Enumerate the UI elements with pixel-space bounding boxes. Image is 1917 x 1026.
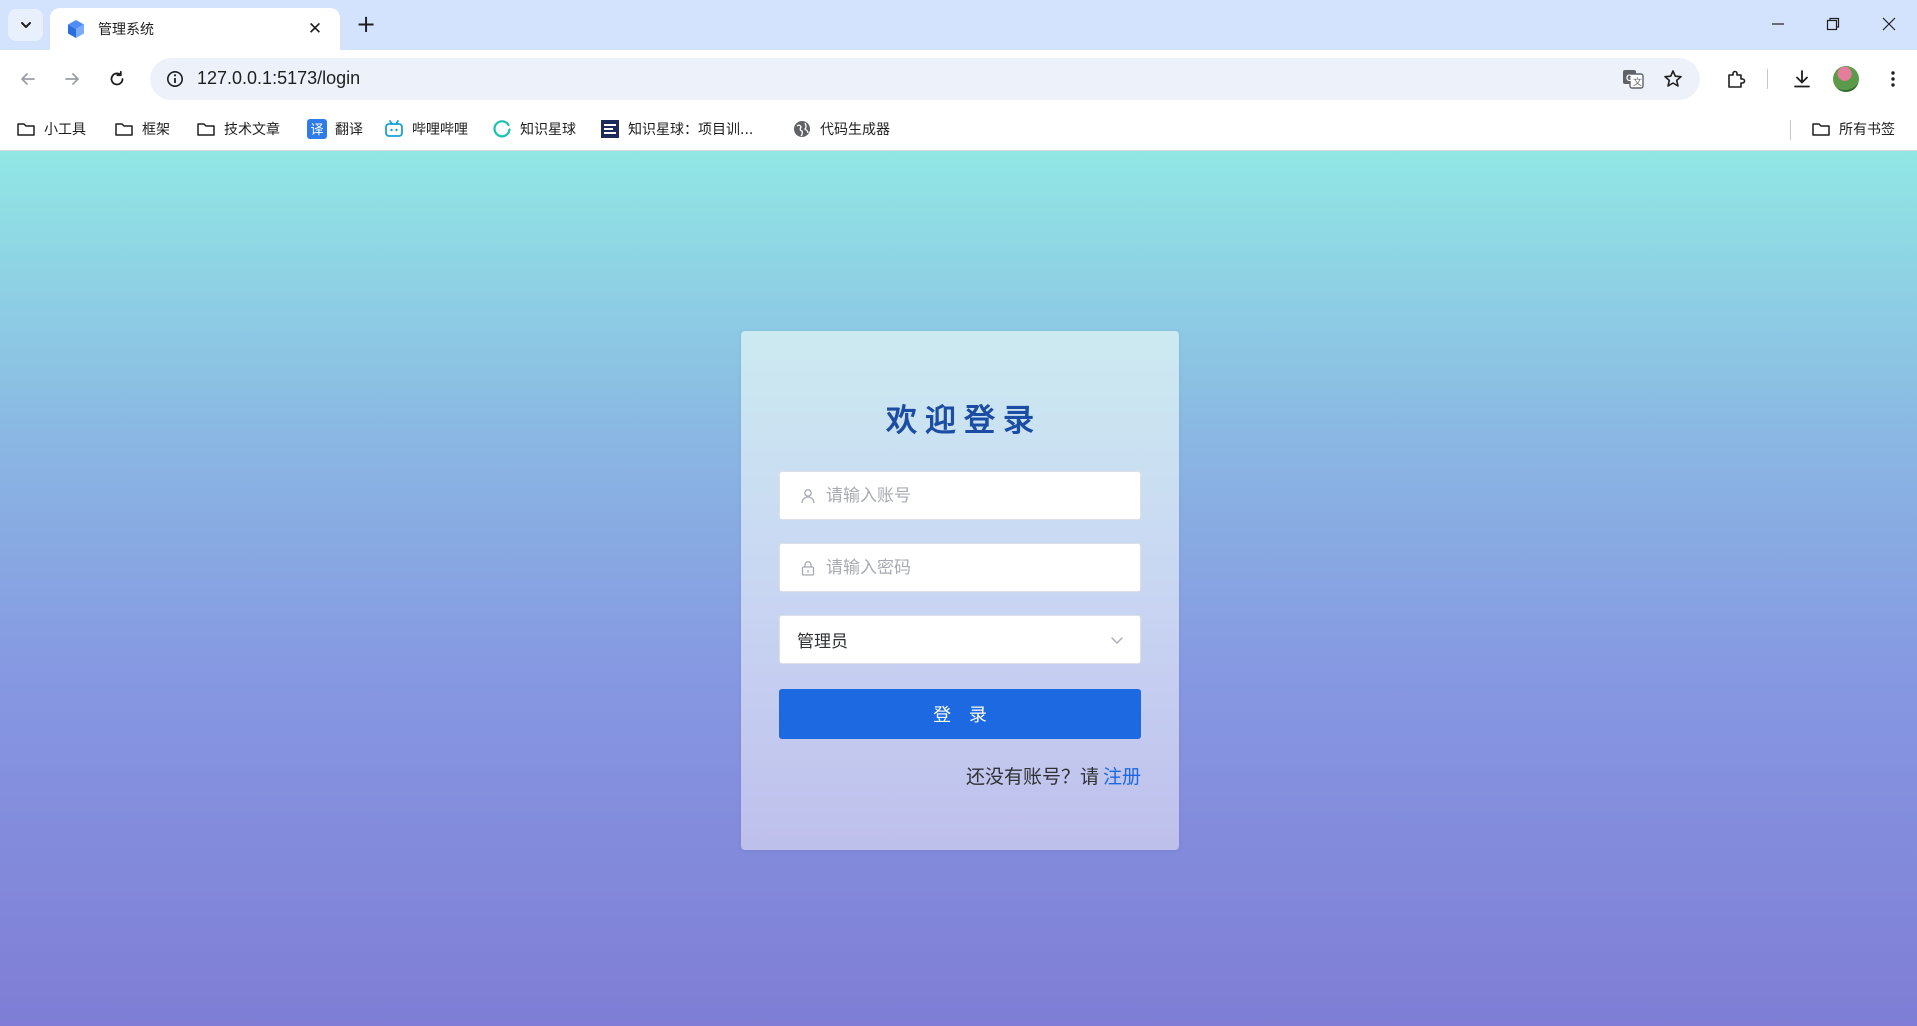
role-selected-value: 管理员: [797, 632, 848, 652]
all-bookmarks-folder[interactable]: 所有书签: [1811, 116, 1895, 142]
chevron-down-icon: [1106, 629, 1128, 651]
login-page: 欢迎登录 管理员 登 录 还没有账号？请注册: [0, 151, 1917, 1026]
svg-text:文: 文: [1633, 76, 1642, 88]
bookmark-label: 知识星球：项目训...: [628, 122, 754, 138]
reload-button[interactable]: [101, 63, 133, 95]
more-vertical-icon: [1891, 71, 1895, 87]
translate-icon: 译: [307, 119, 327, 139]
extensions-button[interactable]: [1720, 63, 1752, 95]
login-card: 欢迎登录 管理员 登 录 还没有账号？请注册: [741, 331, 1179, 850]
register-link[interactable]: 注册: [1103, 766, 1141, 788]
bilibili-icon: [384, 119, 404, 139]
password-input[interactable]: [826, 544, 1140, 591]
google-translate-icon: G文: [1623, 70, 1644, 89]
download-icon: [1794, 70, 1810, 88]
folder-icon: [114, 119, 134, 139]
register-row: 还没有账号？请 注册: [966, 762, 1141, 789]
bookmark-bilibili[interactable]: 哔哩哔哩: [384, 116, 468, 142]
username-field[interactable]: [779, 471, 1141, 520]
svg-text:G: G: [1626, 73, 1633, 83]
bookmark-code-generator[interactable]: 代码生成器: [792, 116, 890, 142]
browser-tab[interactable]: 管理系统 ✕: [50, 8, 340, 50]
bookmark-folder-frameworks[interactable]: 框架: [114, 116, 170, 142]
bookmark-translate[interactable]: 译 翻译: [307, 116, 363, 142]
folder-icon: [196, 119, 216, 139]
user-icon: [798, 486, 818, 506]
tab-strip: 管理系统 ✕ +: [0, 0, 1917, 50]
zsxq-icon: [492, 119, 512, 139]
bookmark-label: 所有书签: [1839, 122, 1895, 138]
bookmarks-bar: 小工具 框架 技术文章 译 翻译 哔哩哔哩 知识星球 知识星球：项目训... 代…: [0, 108, 1917, 151]
register-prompt: 还没有账号？请: [965, 766, 1099, 788]
folder-icon: [1811, 119, 1831, 139]
zsxq-project-icon: [600, 119, 620, 139]
bookmark-zsxq-project[interactable]: 知识星球：项目训...: [600, 116, 753, 142]
bookmark-label: 知识星球: [520, 122, 576, 138]
restore-button[interactable]: [1805, 8, 1861, 40]
bookmark-label: 代码生成器: [820, 122, 890, 138]
login-button[interactable]: 登 录: [779, 689, 1141, 739]
browser-toolbar: 127.0.0.1:5173/login G文: [0, 50, 1917, 108]
bookmark-label: 技术文章: [224, 122, 280, 138]
tab-search-button[interactable]: [8, 9, 43, 41]
role-select[interactable]: 管理员: [779, 615, 1141, 664]
new-tab-button[interactable]: +: [352, 11, 380, 39]
globe-icon: [792, 119, 812, 139]
back-button[interactable]: [12, 63, 44, 95]
star-icon: [1664, 70, 1682, 87]
bookmark-label: 框架: [142, 122, 170, 138]
bookmark-folder-articles[interactable]: 技术文章: [196, 116, 280, 142]
restore-icon: [1826, 17, 1840, 31]
arrow-right-icon: [65, 73, 79, 85]
arrow-left-icon: [21, 73, 35, 85]
info-icon: [167, 71, 183, 87]
minimize-icon: [1772, 23, 1784, 25]
forward-button[interactable]: [56, 63, 88, 95]
chevron-down-icon: [20, 22, 31, 28]
lock-icon: [798, 558, 818, 578]
bookmarks-divider: [1790, 120, 1791, 140]
bookmark-folder-tools[interactable]: 小工具: [16, 116, 86, 142]
cube-favicon-icon: [68, 20, 84, 38]
bookmark-zsxq[interactable]: 知识星球: [492, 116, 576, 142]
site-info-button[interactable]: [160, 64, 190, 94]
browser-menu-button[interactable]: [1877, 63, 1909, 95]
downloads-button[interactable]: [1786, 63, 1818, 95]
bookmark-label: 哔哩哔哩: [412, 122, 468, 138]
svg-text:译: 译: [311, 123, 324, 138]
bookmark-label: 翻译: [335, 122, 363, 138]
login-title: 欢迎登录: [886, 403, 1042, 439]
close-window-button[interactable]: [1861, 8, 1917, 40]
reload-icon: [110, 70, 124, 86]
tab-close-icon[interactable]: ✕: [304, 19, 326, 39]
minimize-button[interactable]: [1750, 8, 1806, 40]
password-field[interactable]: [779, 543, 1141, 592]
folder-icon: [16, 119, 36, 139]
address-bar[interactable]: 127.0.0.1:5173/login G文: [150, 58, 1700, 100]
puzzle-icon: [1728, 70, 1746, 88]
profile-avatar[interactable]: [1833, 66, 1859, 92]
translate-page-button[interactable]: G文: [1618, 64, 1648, 94]
bookmark-star-button[interactable]: [1658, 64, 1688, 94]
tab-title: 管理系统: [98, 22, 154, 38]
username-input[interactable]: [826, 472, 1140, 519]
url-text[interactable]: 127.0.0.1:5173/login: [197, 68, 360, 89]
close-icon: [1882, 17, 1896, 31]
bookmark-label: 小工具: [44, 122, 86, 138]
toolbar-divider: [1767, 69, 1768, 89]
